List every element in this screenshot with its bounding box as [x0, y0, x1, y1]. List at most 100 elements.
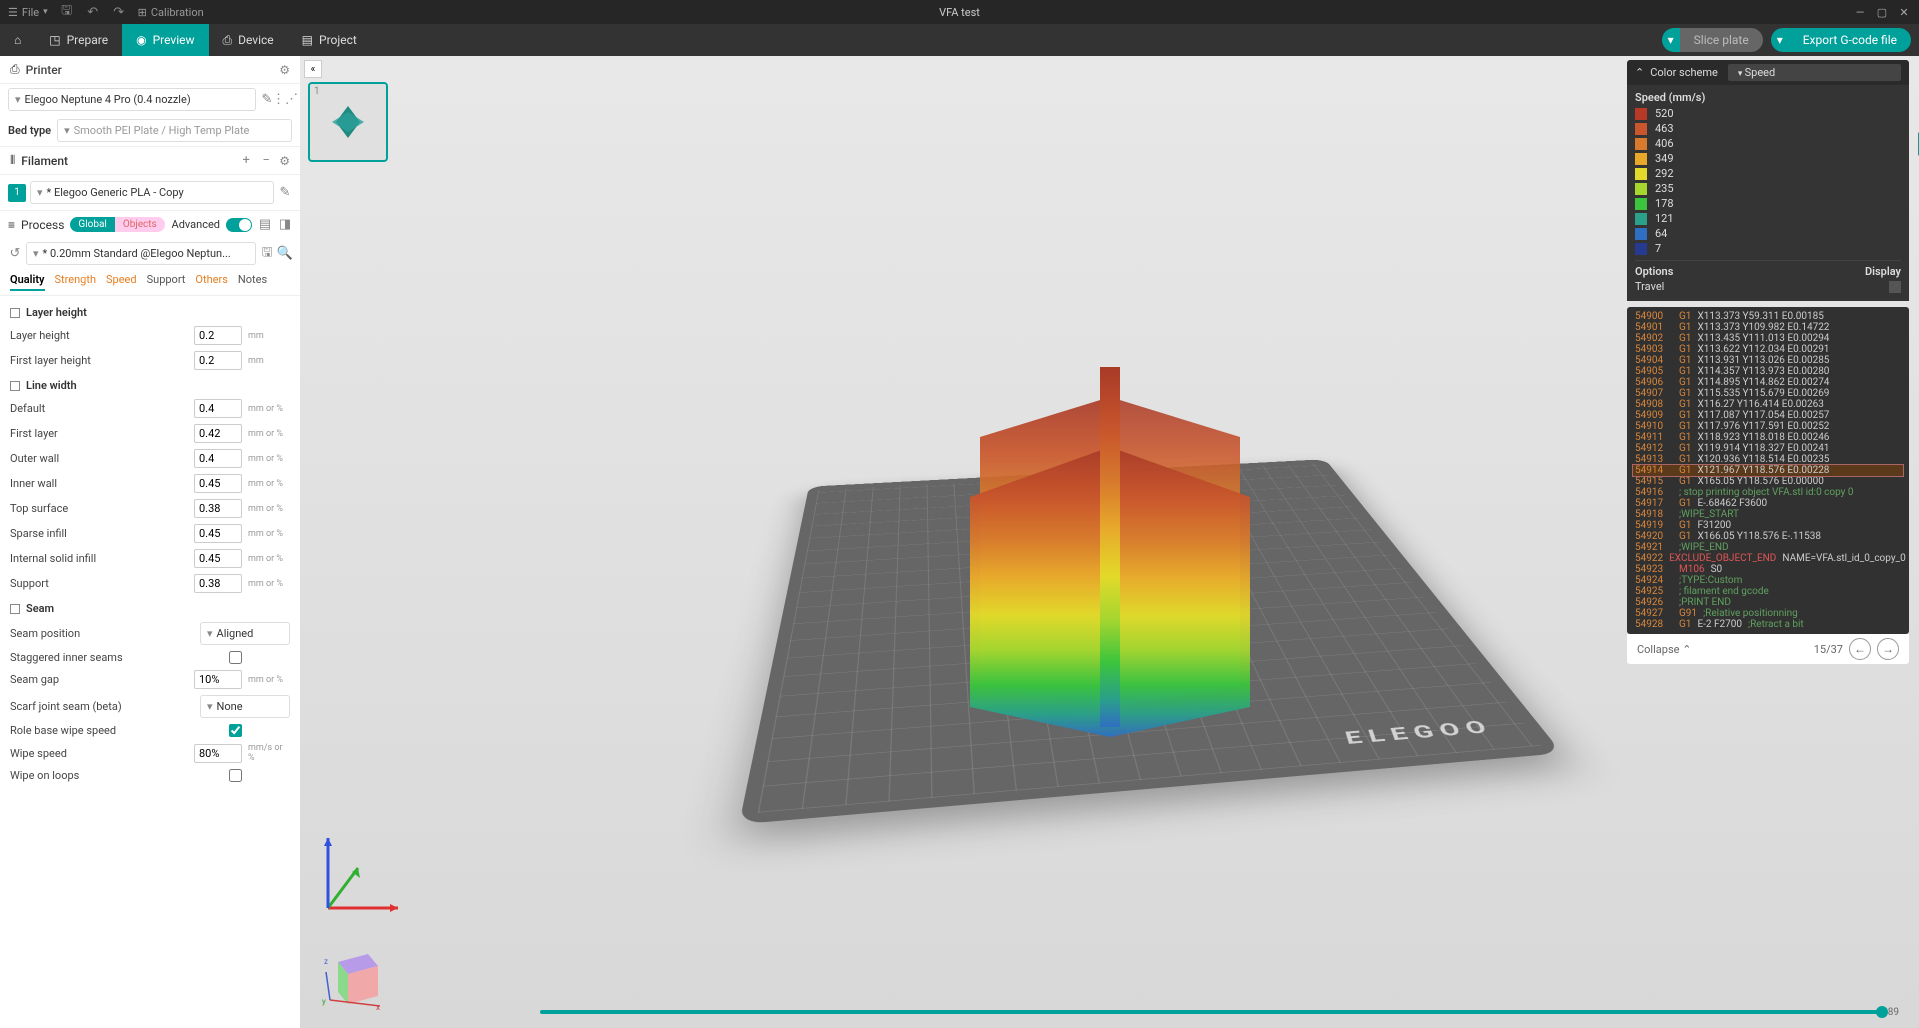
gcode-panel[interactable]: 54900G1X113.373 Y59.311 E0.0018554901G1X…	[1627, 307, 1909, 634]
collapse-button[interactable]: Collapse ⌃	[1637, 643, 1691, 656]
filament-select[interactable]: ▾ * Elegoo Generic PLA - Copy	[30, 181, 274, 204]
edit-icon[interactable]: ✎	[278, 186, 292, 200]
gcode-line[interactable]: 54923M106S0	[1633, 564, 1903, 575]
staggered-checkbox[interactable]	[229, 651, 242, 664]
gcode-line[interactable]: 54920G1X166.05 Y118.576 E-.11538	[1633, 531, 1903, 542]
inner-wall-input[interactable]	[194, 474, 242, 493]
next-button[interactable]: →	[1877, 638, 1899, 660]
calibration-button[interactable]: ⊞ Calibration	[138, 6, 204, 19]
wipe-speed-input[interactable]	[194, 744, 242, 763]
outer-wall-input[interactable]	[194, 449, 242, 468]
gcode-line[interactable]: 54910G1X117.976 Y117.591 E0.00252	[1633, 421, 1903, 432]
viewport-3d[interactable]: « 1 ELEGOO	[300, 56, 1919, 1028]
hslider-thumb[interactable]	[1876, 1006, 1888, 1018]
close-icon[interactable]: ✕	[1897, 5, 1911, 19]
gcode-line[interactable]: 54919G1F31200	[1633, 520, 1903, 531]
advanced-toggle[interactable]	[226, 218, 252, 232]
process-preset-select[interactable]: ▾ * 0.20mm Standard @Elegoo Neptun...	[26, 242, 256, 265]
gcode-line[interactable]: 54915G1X165.05 Y118.576 E0.00000	[1633, 476, 1903, 487]
save-preset-icon[interactable]: 🖫	[260, 247, 274, 261]
gcode-line[interactable]: 54924;TYPE:Custom	[1633, 575, 1903, 586]
gcode-line[interactable]: 54913G1X120.936 Y118.514 E0.00235	[1633, 454, 1903, 465]
gcode-line[interactable]: 54900G1X113.373 Y59.311 E0.00185	[1633, 311, 1903, 322]
project-tab[interactable]: ▤Project	[288, 24, 371, 56]
redo-icon[interactable]: ↷	[112, 5, 126, 19]
maximize-icon[interactable]: ▢	[1875, 5, 1889, 19]
color-scheme-select[interactable]: ▾ Speed	[1728, 64, 1901, 81]
gcode-line[interactable]: 54926;PRINT END	[1633, 597, 1903, 608]
gcode-line[interactable]: 54918;WIPE_START	[1633, 509, 1903, 520]
home-button[interactable]: ⌂	[0, 24, 35, 56]
gcode-line[interactable]: 54927G91;Relative positionning	[1633, 608, 1903, 619]
gcode-line[interactable]: 54914G1X121.967 Y118.576 E0.00228	[1633, 465, 1903, 476]
list-icon[interactable]: ▤	[258, 218, 272, 232]
export-dropdown-icon[interactable]: ▾	[1771, 28, 1789, 52]
wipe-loops-checkbox[interactable]	[229, 769, 242, 782]
vertical-layer-slider[interactable]: 45190.00 + − 10.20	[1915, 132, 1919, 614]
add-icon[interactable]: +	[239, 154, 253, 168]
save-icon[interactable]: 🖫	[60, 5, 74, 19]
first-layer-lw-input[interactable]	[194, 424, 242, 443]
slice-dropdown-icon[interactable]: ▾	[1662, 28, 1680, 52]
bed-type-select[interactable]: ▾ Smooth PEI Plate / High Temp Plate	[57, 119, 292, 142]
file-menu[interactable]: ☰ File ▾	[8, 6, 48, 19]
gcode-line[interactable]: 54911G1X118.923 Y118.018 E0.00246	[1633, 432, 1903, 443]
collapse-panel-icon[interactable]: «	[304, 60, 322, 78]
gcode-line[interactable]: 54901G1X113.373 Y109.982 E0.14722	[1633, 322, 1903, 333]
gcode-line[interactable]: 54908G1X116.27 Y116.414 E0.00263	[1633, 399, 1903, 410]
compare-icon[interactable]: ◨	[278, 218, 292, 232]
seam-position-select[interactable]: ▾Aligned	[200, 622, 290, 645]
gcode-line[interactable]: 54903G1X113.622 Y112.034 E0.00291	[1633, 344, 1903, 355]
global-objects-toggle[interactable]: Global Objects	[70, 217, 164, 232]
default-lw-input[interactable]	[194, 399, 242, 418]
gcode-line[interactable]: 54917G1E-.68462 F3600	[1633, 498, 1903, 509]
reset-icon[interactable]: ↺	[8, 247, 22, 261]
layer-height-input[interactable]	[194, 326, 242, 345]
gcode-line[interactable]: 54916; stop printing object VFA.stl id:0…	[1633, 487, 1903, 498]
gcode-line[interactable]: 54906G1X114.895 Y114.862 E0.00274	[1633, 377, 1903, 388]
travel-checkbox[interactable]	[1889, 281, 1901, 293]
tab-quality[interactable]: Quality	[10, 273, 45, 291]
search-icon[interactable]: 🔍	[278, 247, 292, 261]
gcode-line[interactable]: 54912G1X119.914 Y118.327 E0.00241	[1633, 443, 1903, 454]
device-tab[interactable]: ⎙Device	[209, 24, 288, 56]
role-wipe-checkbox[interactable]	[229, 724, 242, 737]
gcode-line[interactable]: 54925; filament end gcode	[1633, 586, 1903, 597]
prev-button[interactable]: ←	[1849, 638, 1871, 660]
wifi-icon[interactable]: ⋮⋰	[278, 93, 292, 107]
export-gcode-button[interactable]: ▾ Export G-code file	[1771, 28, 1911, 52]
scarf-select[interactable]: ▾None	[200, 695, 290, 718]
support-lw-input[interactable]	[194, 574, 242, 593]
plate-thumbnail[interactable]: 1	[308, 82, 388, 162]
remove-icon[interactable]: −	[259, 154, 273, 168]
gcode-line[interactable]: 54904G1X113.931 Y113.026 E0.00285	[1633, 355, 1903, 366]
printer-select[interactable]: ▾ Elegoo Neptune 4 Pro (0.4 nozzle)	[8, 88, 256, 111]
gear-icon[interactable]: ⚙	[279, 63, 290, 77]
tab-others[interactable]: Others	[195, 273, 227, 291]
gcode-line[interactable]: 54921;WIPE_END	[1633, 542, 1903, 553]
tab-strength[interactable]: Strength	[55, 273, 97, 291]
slice-button[interactable]: ▾ Slice plate	[1662, 28, 1763, 52]
filament-index-badge[interactable]: 1	[8, 184, 26, 202]
top-surface-input[interactable]	[194, 499, 242, 518]
internal-solid-input[interactable]	[194, 549, 242, 568]
sparse-infill-input[interactable]	[194, 524, 242, 543]
gcode-line[interactable]: 54909G1X117.087 Y117.054 E0.00257	[1633, 410, 1903, 421]
horizontal-slider[interactable]: 89	[540, 1004, 1899, 1020]
cube-gizmo[interactable]: z x y	[318, 944, 388, 1014]
gcode-line[interactable]: 54907G1X115.535 Y115.679 E0.00269	[1633, 388, 1903, 399]
undo-icon[interactable]: ↶	[86, 5, 100, 19]
collapse-icon[interactable]: ⌃	[1635, 66, 1644, 79]
tab-support[interactable]: Support	[147, 273, 186, 291]
settings-scroll[interactable]: Layer height Layer heightmm First layer …	[0, 296, 300, 1028]
tab-notes[interactable]: Notes	[238, 273, 267, 291]
prepare-tab[interactable]: ◳Prepare	[35, 24, 122, 56]
gcode-line[interactable]: 54922EXCLUDE_OBJECT_ENDNAME=VFA.stl_id_0…	[1633, 553, 1903, 564]
tab-speed[interactable]: Speed	[106, 273, 137, 291]
seam-gap-input[interactable]	[194, 670, 242, 689]
first-layer-height-input[interactable]	[194, 351, 242, 370]
preview-tab[interactable]: ◉Preview	[122, 24, 208, 56]
gcode-line[interactable]: 54905G1X114.357 Y113.973 E0.00280	[1633, 366, 1903, 377]
gear-icon[interactable]: ⚙	[279, 154, 290, 168]
minimize-icon[interactable]: —	[1853, 5, 1867, 19]
